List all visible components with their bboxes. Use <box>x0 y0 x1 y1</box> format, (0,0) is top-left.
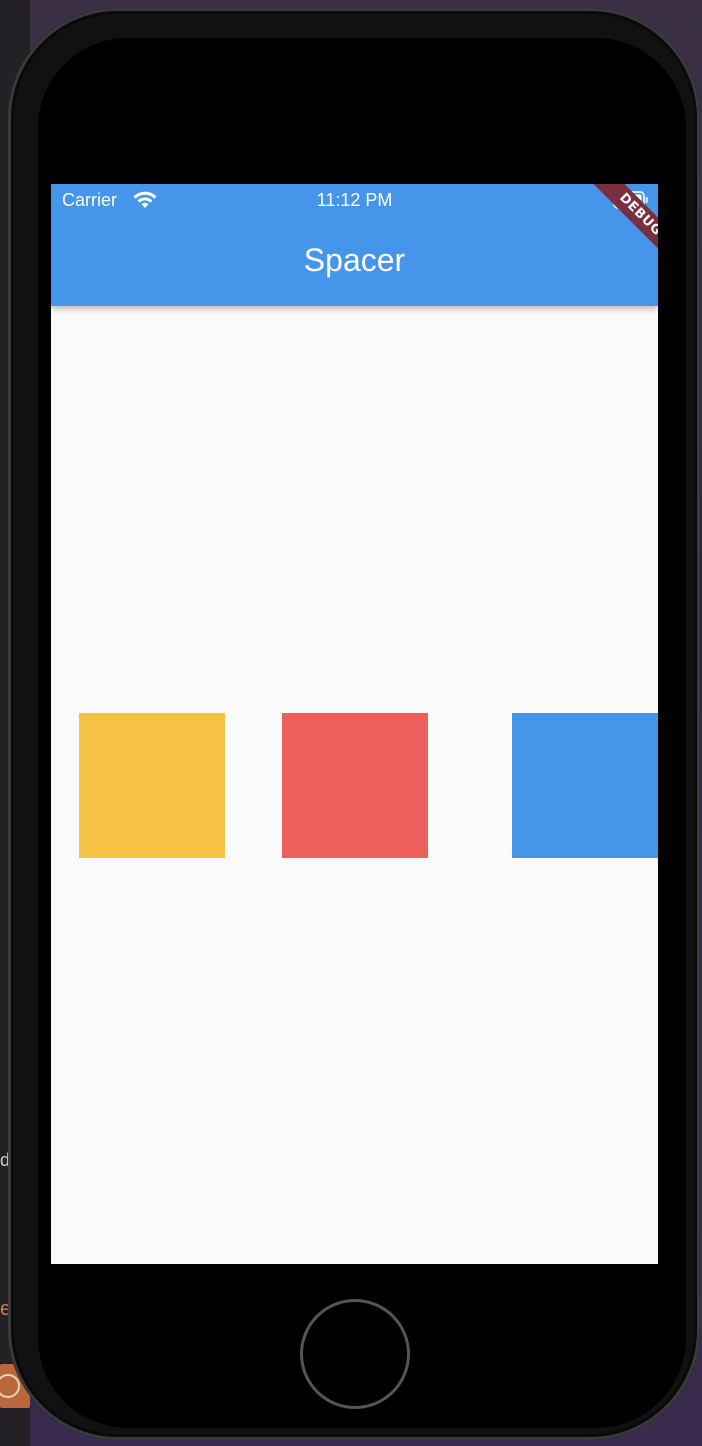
blue-box <box>512 713 658 858</box>
red-box <box>282 713 428 858</box>
prohibited-icon <box>0 1374 20 1398</box>
debug-label: DEBUG <box>590 184 658 252</box>
home-button[interactable] <box>300 1299 410 1409</box>
app-title: Spacer <box>303 242 406 278</box>
yellow-box <box>79 713 225 858</box>
status-time: 11:12 PM <box>316 190 393 210</box>
app-screen: Carrier 11:12 PM Spacer DEBUG <box>51 184 658 1264</box>
debug-banner: DEBUG <box>590 184 658 252</box>
app-bar: Carrier 11:12 PM Spacer <box>51 184 658 306</box>
